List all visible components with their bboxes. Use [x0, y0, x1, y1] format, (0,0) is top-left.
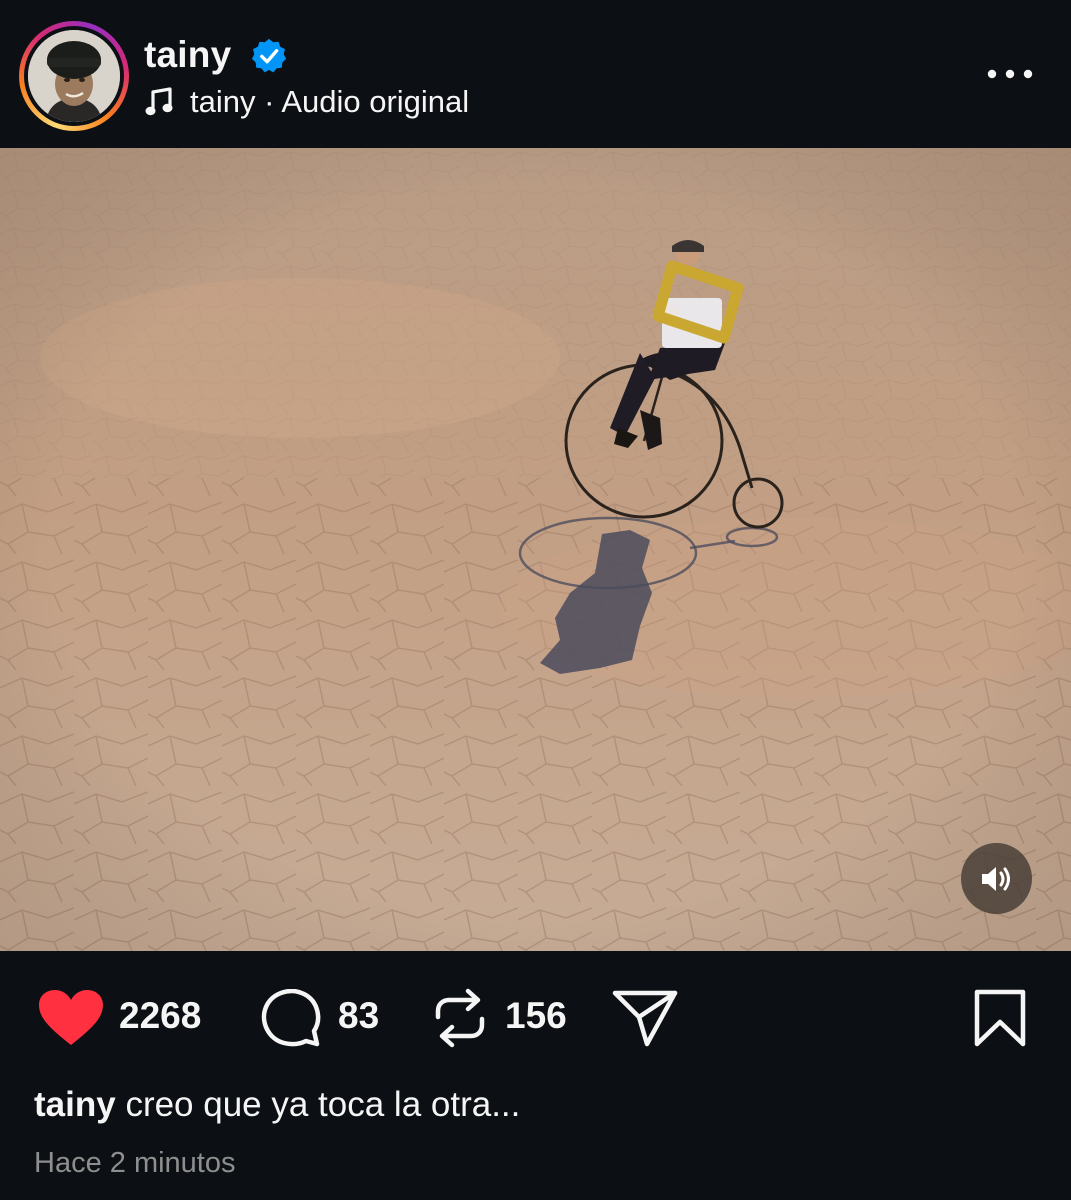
comment-bubble-icon[interactable] [260, 989, 322, 1047]
audio-attribution-link[interactable]: tainy · Audio original [190, 84, 469, 120]
like-count[interactable]: 2268 [119, 995, 201, 1037]
more-options-icon[interactable] [985, 56, 1037, 92]
audio-user: tainy [190, 84, 256, 119]
avatar-image [28, 30, 120, 122]
caption-username[interactable]: tainy [34, 1085, 116, 1124]
sound-toggle-button[interactable] [961, 843, 1032, 914]
post-timestamp: Hace 2 minutos [34, 1147, 236, 1179]
bookmark-icon[interactable] [973, 989, 1027, 1047]
speaker-volume-icon [982, 867, 1010, 891]
action-bar: 2268 83 156 [0, 951, 1071, 1081]
music-note-icon [145, 87, 173, 116]
heart-icon[interactable] [38, 989, 104, 1047]
repost-icon[interactable] [432, 987, 488, 1049]
caption: tainy creo que ya toca la otra... [34, 1085, 520, 1125]
post-header: tainy tainy · Audio original [0, 0, 1071, 148]
send-icon[interactable] [612, 989, 678, 1047]
post-container: tainy tainy · Audio original 2268 83 156… [0, 0, 1071, 1200]
avatar[interactable] [28, 30, 120, 122]
audio-separator: · [255, 84, 282, 119]
audio-label: Audio original [281, 84, 470, 119]
video-frame [0, 148, 1071, 951]
username-link[interactable]: tainy [144, 34, 231, 76]
video-player[interactable] [0, 148, 1071, 951]
verified-badge-icon [251, 38, 287, 73]
comment-count[interactable]: 83 [338, 995, 379, 1037]
story-ring[interactable] [19, 21, 129, 131]
repost-count[interactable]: 156 [505, 995, 567, 1037]
caption-text: creo que ya toca la otra... [125, 1085, 521, 1124]
